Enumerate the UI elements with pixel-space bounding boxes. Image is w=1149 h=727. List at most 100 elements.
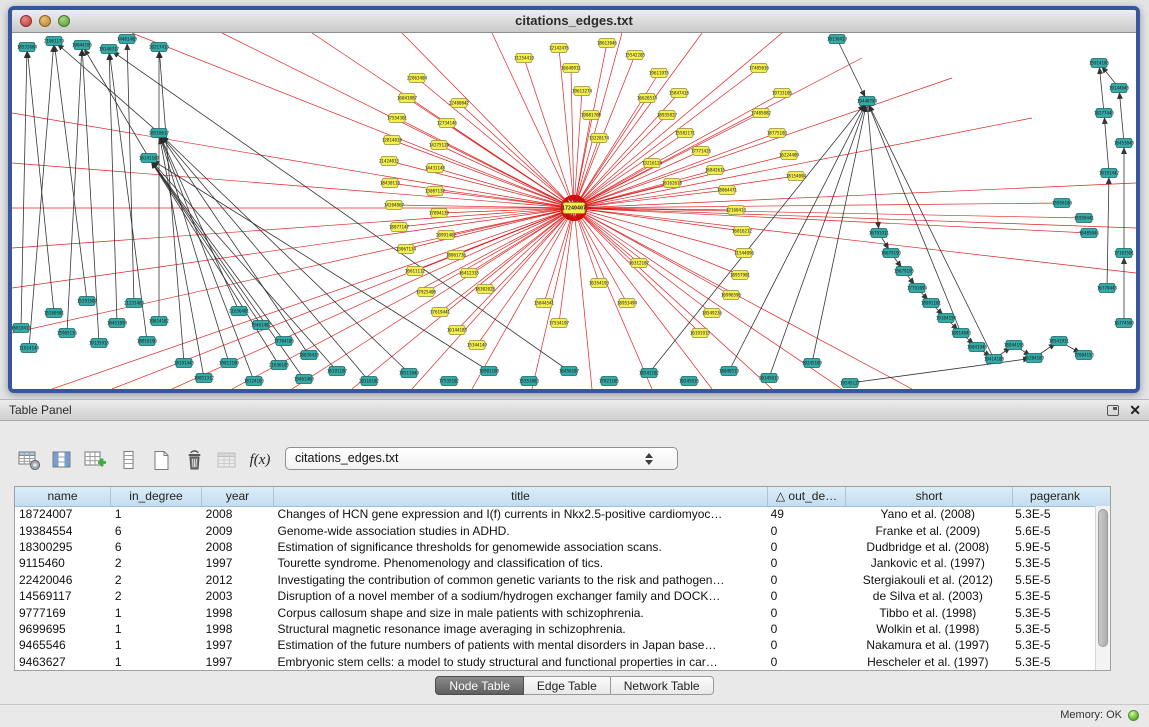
table-row[interactable]: 946362711997Embryonic stem cells: a mode… xyxy=(15,654,1095,670)
citation-edge[interactable] xyxy=(389,161,574,208)
cell-short: Wolkin et al. (1998) xyxy=(844,621,1011,637)
citation-edge[interactable] xyxy=(402,33,574,208)
column-header-pagerank[interactable]: pagerank xyxy=(1013,487,1097,506)
citation-edge[interactable] xyxy=(12,208,574,248)
citation-edge[interactable] xyxy=(574,208,1089,233)
citation-edge[interactable] xyxy=(159,133,229,363)
table-row[interactable]: 977716911998Corpus callosum shape and si… xyxy=(15,604,1095,620)
tab-network-table[interactable]: Network Table xyxy=(611,676,714,695)
graph-node-label: 19414108 xyxy=(984,357,1005,362)
table-row[interactable]: 1456911722003Disruption of a novel membe… xyxy=(15,588,1095,604)
citation-edge[interactable] xyxy=(574,78,952,208)
citation-edge[interactable] xyxy=(837,39,867,101)
column-list-icon[interactable] xyxy=(113,447,143,473)
citation-edge[interactable] xyxy=(397,118,574,208)
citation-edge[interactable] xyxy=(159,133,369,381)
graph-node-label: 21636105 xyxy=(269,363,290,368)
citation-edge[interactable] xyxy=(1119,88,1124,143)
table-selector-dropdown[interactable]: citations_edges.txt xyxy=(285,447,678,470)
scrollbar-thumb[interactable] xyxy=(1098,509,1108,647)
graph-node-label: 18030428 xyxy=(299,353,320,358)
column-header-in-degree[interactable]: in_degree xyxy=(111,487,202,506)
citation-edge[interactable] xyxy=(485,208,574,289)
citation-edge[interactable] xyxy=(149,158,284,341)
table-row[interactable]: 1872400712008Changes of HCN gene express… xyxy=(15,506,1095,522)
table-scrollbar[interactable] xyxy=(1095,506,1110,670)
citation-edge[interactable] xyxy=(729,101,867,371)
citation-edge[interactable] xyxy=(394,205,574,208)
new-column-icon[interactable] xyxy=(80,447,110,473)
citation-edge[interactable] xyxy=(12,163,574,208)
column-header-title[interactable]: title xyxy=(274,487,768,506)
graph-node-label: 21636401 xyxy=(229,309,250,314)
import-table-icon[interactable] xyxy=(212,447,242,473)
citation-edge[interactable] xyxy=(574,58,862,208)
network-canvas[interactable]: 2206340416041087175543011281401921424013… xyxy=(12,33,1136,390)
citation-edge[interactable] xyxy=(29,41,54,348)
table-row[interactable]: 911546021997Tourette syndrome. Phenomeno… xyxy=(15,555,1095,571)
citation-edge[interactable] xyxy=(159,133,239,311)
citation-edge[interactable] xyxy=(1104,113,1109,173)
citation-edge[interactable] xyxy=(574,208,712,389)
cell-in-degree: 1 xyxy=(111,605,202,621)
citation-edge[interactable] xyxy=(159,133,254,381)
function-builder-icon[interactable]: f(x) xyxy=(245,447,275,473)
graph-node-label: 19013109 xyxy=(219,361,240,366)
column-header-short[interactable]: short xyxy=(846,487,1013,506)
graph-node-label: 11254419 xyxy=(514,56,535,61)
cell-short: de Silva et al. (2003) xyxy=(844,588,1011,604)
table-mode-icon[interactable] xyxy=(14,447,44,473)
cell-name: 9115460 xyxy=(15,555,111,571)
citation-edge[interactable] xyxy=(67,45,82,333)
window-titlebar[interactable]: citations_edges.txt xyxy=(12,10,1136,33)
table-row[interactable]: 1938455462009Genome-wide association stu… xyxy=(15,522,1095,538)
graph-node-label: 17535102 xyxy=(439,379,460,384)
citation-edge[interactable] xyxy=(574,208,652,389)
new-document-icon[interactable] xyxy=(146,447,176,473)
minimize-window-button[interactable] xyxy=(39,15,51,27)
citation-edge[interactable] xyxy=(867,101,879,233)
cell-year: 2008 xyxy=(202,506,274,522)
citation-edge[interactable] xyxy=(1099,63,1104,113)
graph-node-label: 16791911 xyxy=(869,231,890,236)
cell-pagerank: 5.3E-5 xyxy=(1011,555,1095,571)
citation-edge[interactable] xyxy=(132,33,574,208)
table-row[interactable]: 2242004622012Investigating the contribut… xyxy=(15,572,1095,588)
column-header-year[interactable]: year xyxy=(202,487,274,506)
citation-edge[interactable] xyxy=(149,158,279,365)
citation-edge[interactable] xyxy=(440,208,574,312)
citation-edge[interactable] xyxy=(292,208,574,389)
float-panel-icon[interactable] xyxy=(1107,405,1119,416)
column-header-name[interactable]: name xyxy=(15,487,111,506)
citation-edge[interactable] xyxy=(12,208,574,333)
citation-edge[interactable] xyxy=(109,49,147,341)
table-row[interactable]: 946554611997Estimation of the future num… xyxy=(15,637,1095,653)
graph-node-label: 11544096 xyxy=(734,251,755,256)
citation-edge[interactable] xyxy=(109,49,569,371)
citation-edge[interactable] xyxy=(559,208,574,323)
citation-edge[interactable] xyxy=(867,101,961,333)
delete-table-icon[interactable] xyxy=(179,447,209,473)
tab-edge-table[interactable]: Edge Table xyxy=(524,676,611,695)
zoom-window-button[interactable] xyxy=(58,15,70,27)
citation-edge[interactable] xyxy=(574,133,777,208)
citation-edge[interactable] xyxy=(149,158,261,325)
table-row[interactable]: 1830029562008Estimation of significance … xyxy=(15,539,1095,555)
close-window-button[interactable] xyxy=(20,15,32,27)
citation-edge[interactable] xyxy=(1107,173,1109,288)
citation-edge[interactable] xyxy=(574,203,1062,208)
citation-edge[interactable] xyxy=(769,101,867,378)
citation-edge[interactable] xyxy=(12,113,574,208)
cell-name: 18300295 xyxy=(15,539,111,555)
show-columns-icon[interactable] xyxy=(47,447,77,473)
tab-node-table[interactable]: Node Table xyxy=(435,676,524,695)
close-panel-icon[interactable]: ✕ xyxy=(1129,400,1141,420)
column-header-out-de-[interactable]: △ out_de… xyxy=(768,487,846,506)
graph-node-label: 12734146 xyxy=(437,121,458,126)
table-row[interactable]: 969969511998Structural magnetic resonanc… xyxy=(15,621,1095,637)
graph-node-label: 14401408 xyxy=(117,37,138,42)
graph-node-label: 17619441 xyxy=(430,310,451,315)
citation-edge[interactable] xyxy=(82,45,149,158)
citation-edge[interactable] xyxy=(574,208,700,333)
citation-edge[interactable] xyxy=(127,39,134,303)
